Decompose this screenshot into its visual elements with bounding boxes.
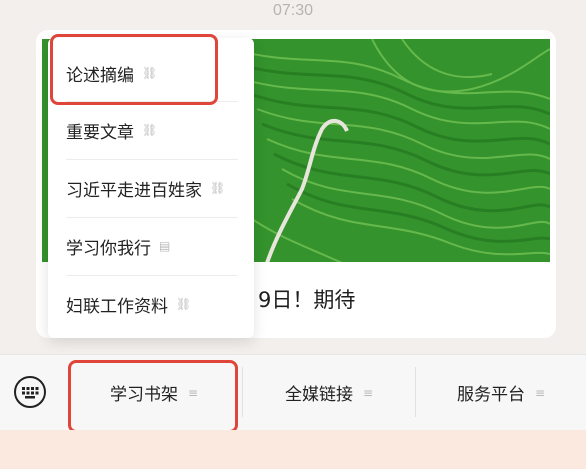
menu-item-label: 重要文章 [66,122,134,143]
tab-label: 服务平台 [456,385,525,405]
tab-fuwu-pingtai[interactable]: 服务平台 ≡ [416,355,586,430]
document-icon: ▤ [159,239,171,253]
menu-icon: ≡ [362,385,374,400]
keyboard-icon[interactable] [14,376,46,408]
menu-icon: ≡ [534,385,546,400]
tab-quanmei-lianjie[interactable]: 全媒链接 ≡ [243,355,415,430]
menu-item-label: 妇联工作资料 [66,296,168,317]
menu-item-fulian-ziliao[interactable]: 妇联工作资料 ⛓ [48,275,254,333]
footer-strip [0,430,586,469]
article-headline[interactable]: 9日！期待 [258,284,355,314]
link-icon: ⛓ [210,181,226,195]
menu-item-xuexi-niwoxing[interactable]: 学习你我行 ▤ [48,217,254,275]
status-time: 07:30 [272,2,314,19]
link-icon: ⛓ [142,123,158,137]
menu-item-zhongyao-wenzhang[interactable]: 重要文章 ⛓ [48,101,254,159]
tab-label: 全媒链接 [284,385,353,405]
menu-item-label: 学习你我行 [66,238,151,259]
menu-item-zoujin-baixingjia[interactable]: 习近平走进百姓家 ⛓ [48,159,254,217]
highlight-box-tab [68,360,238,433]
link-icon: ⛓ [176,297,192,311]
highlight-box-menu-item [50,34,218,105]
menu-item-label: 习近平走进百姓家 [66,180,202,201]
